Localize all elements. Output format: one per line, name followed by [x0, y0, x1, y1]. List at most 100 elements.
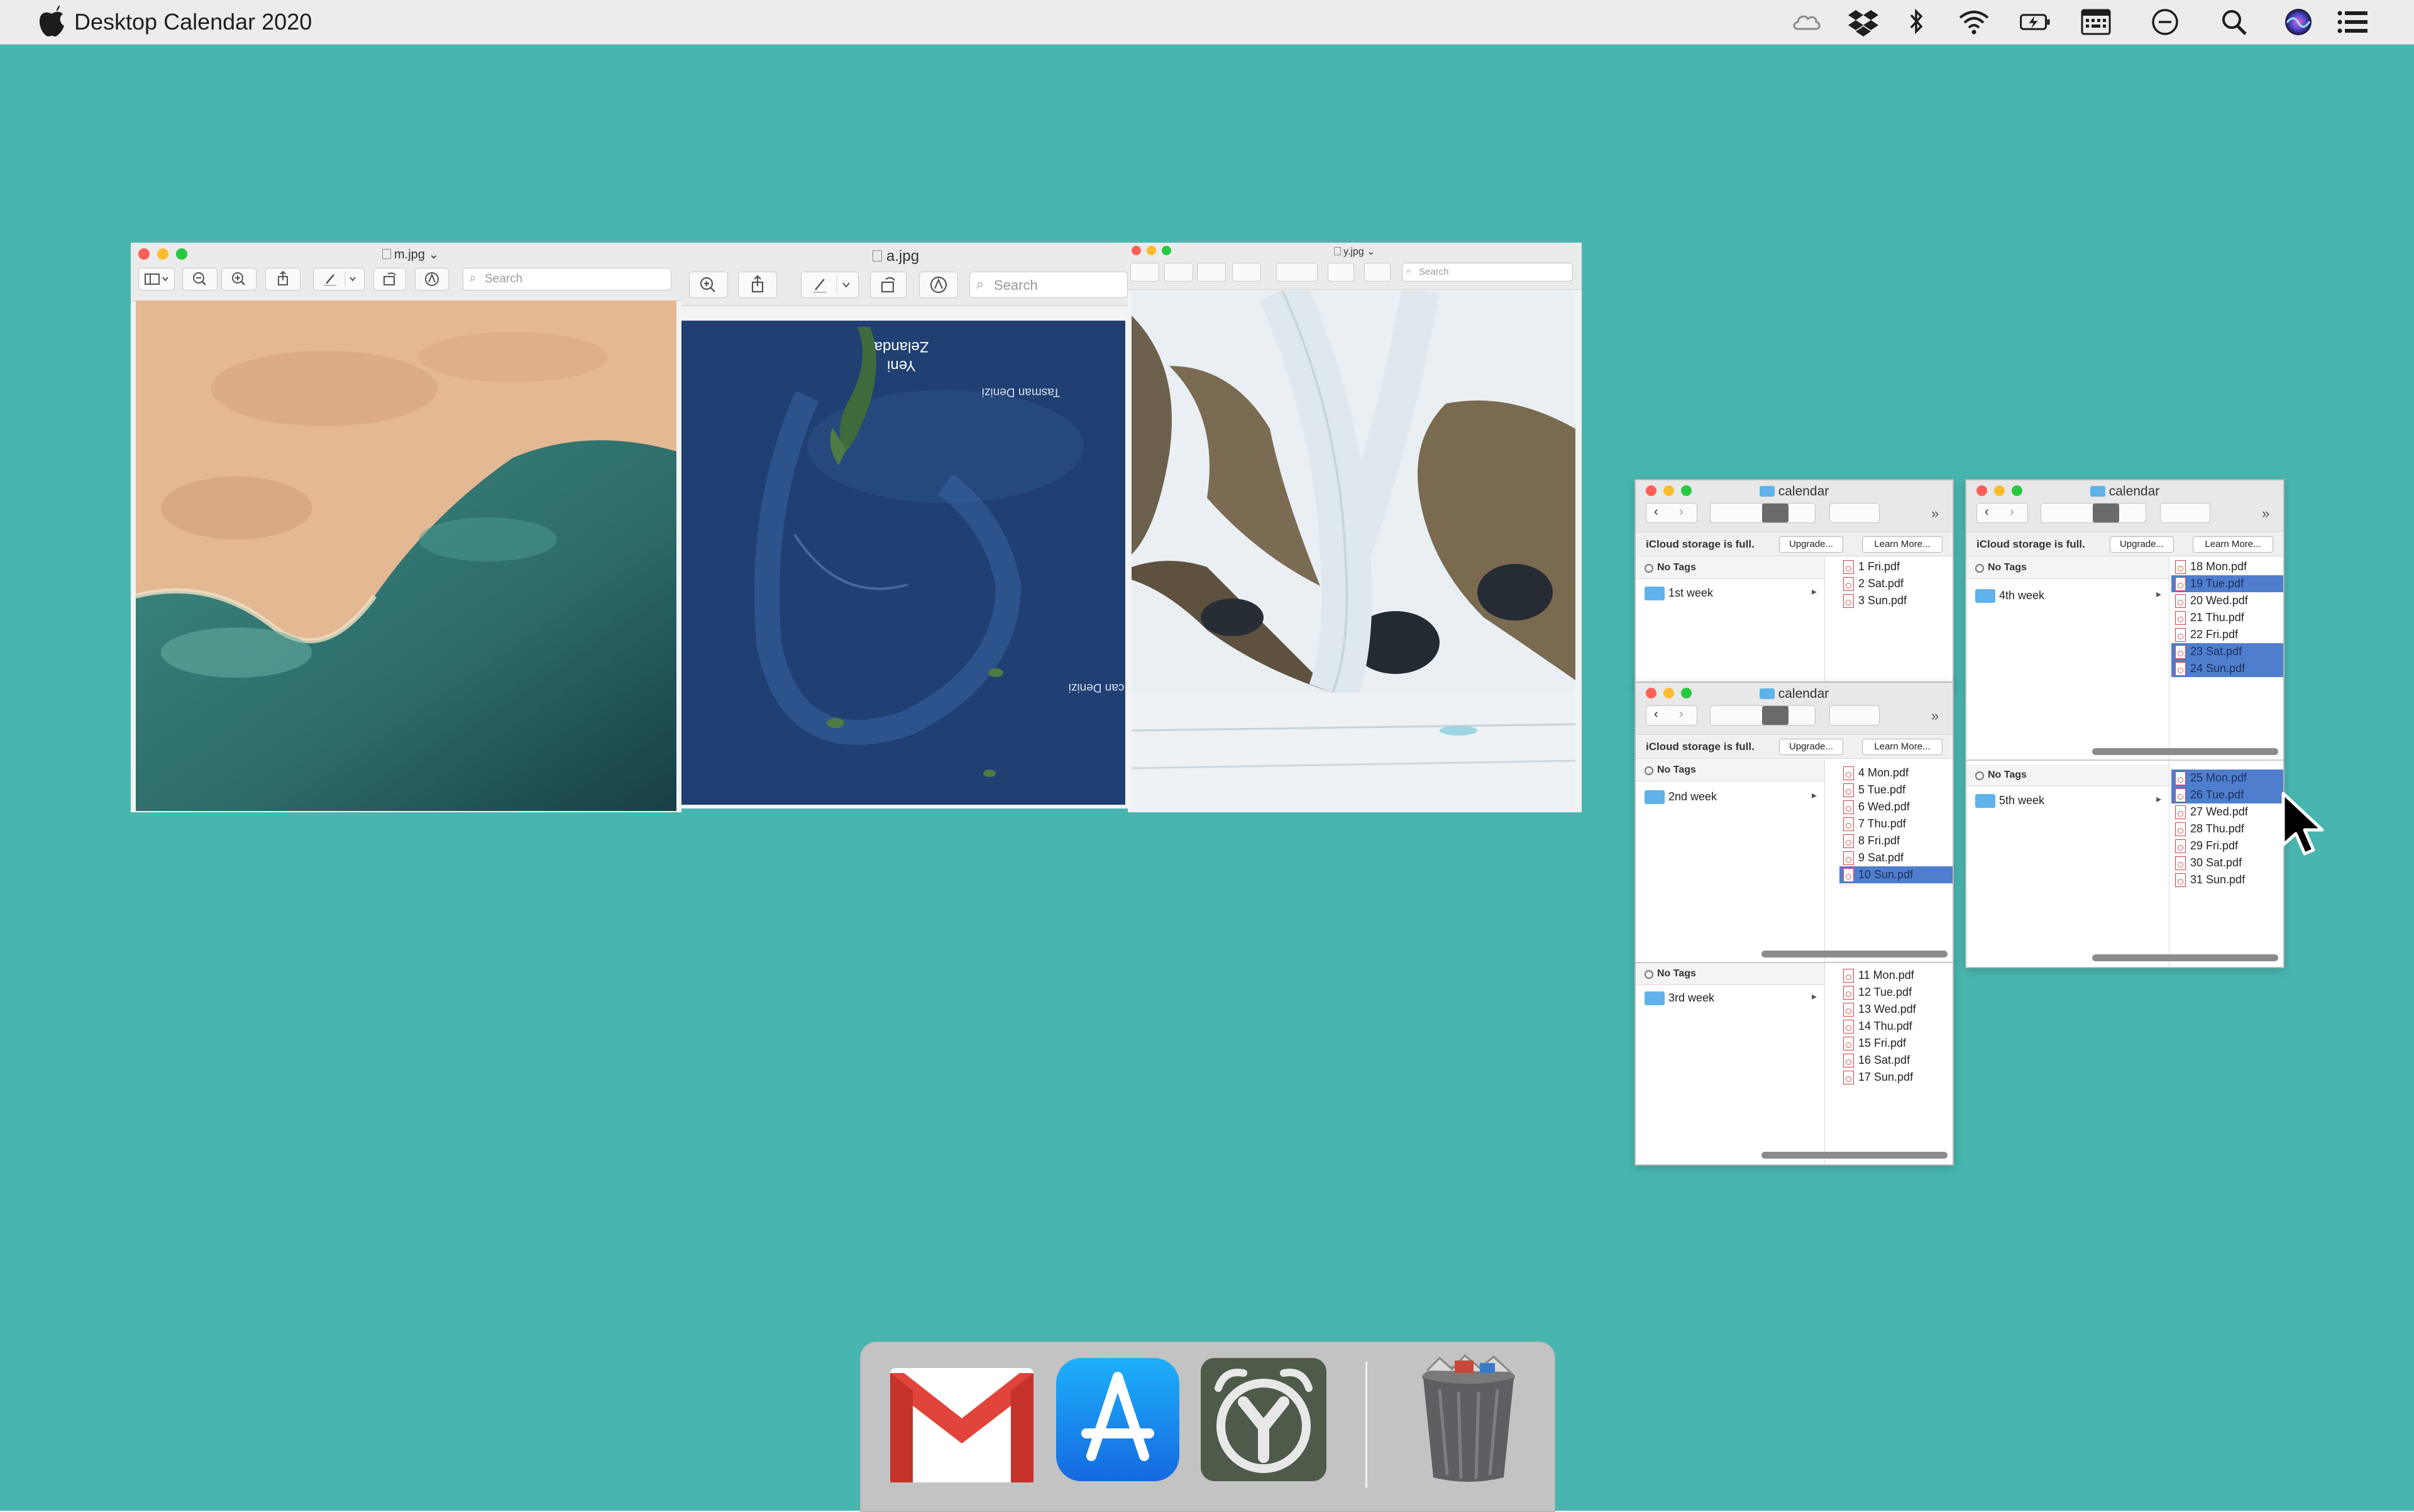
group-button[interactable]	[1829, 705, 1880, 726]
dropbox-icon[interactable]	[1846, 6, 1881, 38]
markup-pen-button[interactable]	[1276, 263, 1318, 282]
view-mode-buttons[interactable]	[1710, 705, 1816, 726]
chevron-right-icon[interactable]: ›	[1679, 505, 1684, 519]
markup-toolbar-button[interactable]	[919, 272, 958, 298]
zoom-button[interactable]	[1162, 246, 1171, 255]
chevron-left-icon[interactable]: ‹	[1985, 505, 1989, 519]
file-row-selected[interactable]: 10 Sun.pdf	[1839, 866, 1953, 883]
preview-window-a[interactable]: a.jpg ⌕ Search Zelanda Yeni Tasman Deniz…	[681, 243, 1128, 808]
file-row[interactable]: 8 Fri.pdf	[1839, 832, 1953, 849]
keyboard-viewer-icon[interactable]	[2078, 6, 2114, 38]
upgrade-button[interactable]: Upgrade...	[2110, 536, 2174, 553]
learn-more-button[interactable]: Learn More...	[1862, 536, 1943, 553]
back-forward-buttons[interactable]: ‹ ›	[1646, 503, 1697, 523]
file-row[interactable]: 6 Wed.pdf	[1839, 798, 1953, 815]
chevron-left-icon[interactable]: ‹	[1654, 707, 1658, 722]
file-row[interactable]: 12 Tue.pdf	[1839, 984, 1953, 1001]
markup-pen-button[interactable]	[313, 268, 365, 290]
rotate-button[interactable]	[373, 268, 406, 290]
file-row[interactable]: 15 Fri.pdf	[1839, 1035, 1953, 1052]
folder-row[interactable]: 3rd week ▸	[1636, 988, 1824, 1007]
column-view-icon[interactable]	[2093, 504, 2119, 522]
horizontal-scrollbar[interactable]	[1761, 951, 1948, 957]
icloud-icon[interactable]	[1789, 6, 1824, 38]
file-row[interactable]: 20 Wed.pdf	[2171, 592, 2283, 609]
close-button[interactable]	[1132, 246, 1141, 255]
zoom-button[interactable]	[176, 248, 187, 260]
horizontal-scrollbar[interactable]	[1761, 1152, 1948, 1159]
zoom-in-button[interactable]	[1197, 263, 1226, 282]
file-row[interactable]: 21 Thu.pdf	[2171, 609, 2283, 626]
horizontal-scrollbar[interactable]	[2092, 748, 2278, 755]
markup-pen-button[interactable]	[801, 272, 859, 298]
view-mode-buttons[interactable]	[2041, 503, 2146, 523]
file-row[interactable]: 4 Mon.pdf	[1839, 764, 1953, 781]
folder-row[interactable]: 2nd week ▸	[1636, 787, 1824, 806]
file-row-selected[interactable]: 25 Mon.pdf	[2171, 770, 2283, 786]
learn-more-button[interactable]: Learn More...	[1862, 739, 1943, 755]
app-store-app-icon[interactable]	[1055, 1357, 1181, 1482]
zoom-in-button[interactable]	[689, 272, 728, 298]
file-row[interactable]: 16 Sat.pdf	[1839, 1052, 1953, 1069]
bluetooth-icon[interactable]	[1899, 6, 1934, 38]
zoom-out-button[interactable]	[1164, 263, 1193, 282]
folder-row[interactable]: 5th week ▸	[1966, 791, 2169, 810]
minimize-button[interactable]	[157, 248, 168, 260]
wifi-icon[interactable]	[1956, 6, 1992, 38]
zoom-in-button[interactable]	[221, 268, 256, 290]
file-row[interactable]: 13 Wed.pdf	[1839, 1001, 1953, 1018]
search-input[interactable]: ⌕ Search	[463, 268, 671, 290]
file-row[interactable]: 22 Fri.pdf	[2171, 626, 2283, 643]
file-row[interactable]: 31 Sun.pdf	[2171, 871, 2283, 888]
file-row[interactable]: 9 Sat.pdf	[1839, 849, 1953, 866]
file-row[interactable]: 7 Thu.pdf	[1839, 815, 1953, 832]
learn-more-button[interactable]: Learn More...	[2193, 536, 2273, 553]
minimize-button[interactable]	[1147, 246, 1156, 255]
search-input[interactable]: ⌕ Search	[969, 272, 1128, 298]
chevron-right-icon[interactable]: ›	[1679, 707, 1684, 722]
file-row-selected[interactable]: 24 Sun.pdf	[2171, 660, 2283, 677]
share-button[interactable]	[738, 272, 777, 298]
group-button[interactable]	[1829, 503, 1880, 523]
view-mode-buttons[interactable]	[1710, 503, 1816, 523]
rotate-button[interactable]	[870, 272, 907, 298]
upgrade-button[interactable]: Upgrade...	[1779, 739, 1843, 755]
chevron-left-icon[interactable]: ‹	[1654, 505, 1658, 519]
preview-window-m[interactable]: m.jpg ⌄ ⌕ Search	[131, 243, 681, 812]
column-view-icon[interactable]	[1762, 706, 1788, 725]
file-row-selected[interactable]: 19 Tue.pdf	[2171, 575, 2283, 592]
column-view-icon[interactable]	[1762, 504, 1788, 522]
file-row[interactable]: 30 Sat.pdf	[2171, 854, 2283, 871]
toolbar-overflow-icon[interactable]: »	[1931, 505, 1939, 522]
file-row[interactable]: 3 Sun.pdf	[1839, 592, 1953, 609]
file-row-selected[interactable]: 23 Sat.pdf	[2171, 643, 2283, 660]
search-input[interactable]: ⌕ Search	[1402, 263, 1573, 282]
finder-window-2nd-week[interactable]: calendar ‹ › » iCloud storage is full. Up…	[1634, 682, 1954, 1166]
file-row[interactable]: 5 Tue.pdf	[1839, 781, 1953, 798]
finder-window-4th-week[interactable]: calendar ‹ › » iCloud storage is full. Up…	[1965, 479, 2284, 968]
folder-row[interactable]: 4th week ▸	[1966, 586, 2169, 605]
file-row[interactable]: 17 Sun.pdf	[1839, 1069, 1953, 1086]
file-row[interactable]: 2 Sat.pdf	[1839, 575, 1953, 592]
file-row[interactable]: 29 Fri.pdf	[2171, 837, 2283, 854]
toolbar-overflow-icon[interactable]: »	[1931, 708, 1939, 724]
file-row[interactable]: 27 Wed.pdf	[2171, 803, 2283, 820]
gmail-app-icon[interactable]	[888, 1366, 1036, 1485]
file-row[interactable]: 1 Fri.pdf	[1839, 558, 1953, 575]
file-row[interactable]: 28 Thu.pdf	[2171, 820, 2283, 837]
markup-toolbar-button[interactable]	[1364, 263, 1391, 282]
notification-center-icon[interactable]	[2335, 6, 2370, 38]
close-button[interactable]	[138, 248, 150, 260]
upgrade-button[interactable]: Upgrade...	[1779, 536, 1843, 553]
file-row-selected[interactable]: 26 Tue.pdf	[2171, 786, 2283, 803]
share-button[interactable]	[1232, 263, 1261, 282]
back-forward-buttons[interactable]: ‹ ›	[1976, 503, 2028, 523]
markup-toolbar-button[interactable]	[415, 268, 449, 290]
chevron-right-icon[interactable]: ›	[2010, 505, 2014, 519]
do-not-disturb-icon[interactable]	[2147, 6, 2183, 38]
trash-icon[interactable]	[1414, 1352, 1523, 1486]
spotlight-icon[interactable]	[2217, 6, 2252, 38]
group-button[interactable]	[2160, 503, 2210, 523]
zoom-out-button[interactable]	[182, 268, 218, 290]
folder-row[interactable]: 1st week ▸	[1636, 583, 1824, 602]
